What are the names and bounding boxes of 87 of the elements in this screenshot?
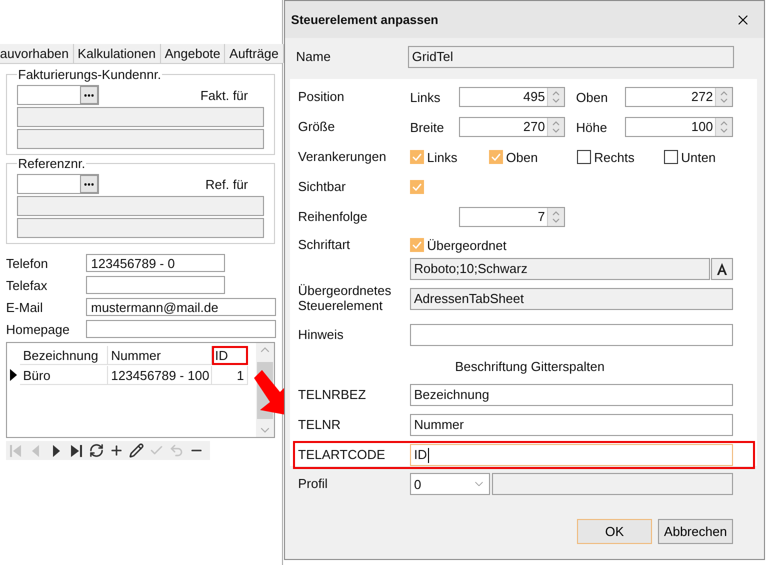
field-label: Homepage — [6, 322, 71, 336]
table-cell: Büro — [20, 366, 108, 384]
column-header[interactable]: Nummer — [108, 346, 212, 364]
ellipsis-icon[interactable] — [84, 94, 94, 96]
field-label: Profil — [298, 476, 329, 492]
text-field[interactable]: mustermann@mail.de — [86, 298, 276, 316]
ellipsis-icon[interactable] — [84, 182, 94, 186]
field-label: Breite — [410, 120, 445, 134]
text-field[interactable]: Roboto;10;Schwarz — [410, 258, 710, 280]
spinner-icon[interactable] — [547, 88, 564, 106]
lookup-field[interactable] — [17, 85, 99, 105]
text-field[interactable] — [17, 196, 264, 216]
checkbox[interactable] — [664, 150, 678, 164]
spinner-icon[interactable] — [715, 118, 732, 136]
scroll-down-icon[interactable] — [261, 428, 269, 433]
column-header[interactable]: Bezeichnung — [20, 346, 108, 364]
field-label: TELNR — [298, 418, 342, 432]
checkbox-label: Rechts — [594, 150, 634, 164]
pencil-icon[interactable] — [128, 443, 144, 458]
text-field[interactable] — [17, 129, 264, 149]
field-label: Links — [410, 90, 442, 104]
browse-button[interactable] — [80, 175, 98, 193]
field-label: Name — [296, 50, 332, 64]
field-label: Verankerungen — [298, 150, 388, 164]
text-field[interactable]: Bezeichnung — [410, 384, 733, 406]
text-field[interactable]: GridTel — [408, 46, 734, 68]
dropdown[interactable]: 0 — [410, 473, 490, 495]
field-label: TELARTCODE — [298, 448, 386, 462]
browse-button[interactable] — [80, 86, 98, 104]
field-label: Ref. für — [205, 176, 248, 192]
number-field[interactable]: 100 — [625, 117, 733, 137]
group-title: Fakturierungs-Kundennr. — [17, 67, 162, 82]
tab[interactable]: Angebote — [160, 44, 226, 63]
spinner-icon[interactable] — [547, 118, 564, 136]
column-header[interactable]: ID — [212, 346, 248, 364]
number-field[interactable]: 7 — [459, 207, 565, 227]
table-cell: 1 — [212, 366, 248, 384]
text-field[interactable]: Nummer — [410, 414, 733, 436]
checkbox-label: Übergeordnet — [427, 238, 506, 252]
field-label: Sichtbar — [298, 180, 347, 194]
field-label: Position — [298, 90, 346, 104]
text-field[interactable]: ID — [410, 444, 733, 466]
number-field[interactable]: 495 — [459, 87, 565, 107]
field-label: Telefax — [6, 278, 48, 292]
field-label: Größe — [298, 120, 336, 134]
field-label: Schriftart — [298, 238, 352, 252]
text-field[interactable] — [17, 107, 264, 127]
section-heading: Beschriftung Gitterspalten — [455, 358, 605, 374]
field-label: Hinweis — [298, 328, 345, 342]
field-label: E-Mail — [6, 300, 44, 314]
text-field[interactable] — [17, 218, 264, 238]
field-label: Oben — [576, 90, 609, 104]
field-label: Reihenfolge — [298, 210, 368, 224]
scroll-up-icon[interactable] — [261, 347, 269, 352]
checkbox[interactable] — [577, 150, 591, 164]
table-cell: 123456789 - 100 — [108, 366, 212, 384]
field-label: Übergeordnetes Steuerelement — [298, 284, 392, 314]
field-label: Fakt. für — [200, 88, 248, 102]
spinner-icon[interactable] — [715, 88, 732, 106]
dialog-button[interactable]: OK — [577, 519, 652, 544]
field-label: Höhe — [576, 120, 608, 134]
tab[interactable]: Kalkulationen — [74, 44, 161, 63]
lookup-field[interactable] — [17, 174, 99, 194]
text-field[interactable] — [86, 276, 225, 294]
text-field[interactable] — [410, 324, 733, 346]
next-record-icon[interactable] — [51, 444, 61, 458]
group-title: Referenznr. — [17, 156, 86, 171]
dialog-title: Steuerelement anpassen — [291, 12, 438, 26]
font-button[interactable] — [711, 258, 733, 280]
text-field[interactable] — [86, 320, 276, 338]
tab[interactable]: auvorhaben — [0, 44, 74, 63]
refresh-icon[interactable] — [88, 443, 104, 458]
text-field[interactable]: AdressenTabSheet — [410, 288, 733, 310]
last-record-icon[interactable] — [69, 444, 83, 458]
checkbox-label: Oben — [506, 150, 538, 164]
field-label: TELNRBEZ — [298, 388, 367, 402]
text-field[interactable] — [492, 473, 733, 495]
spinner-icon[interactable] — [547, 208, 564, 226]
number-field[interactable]: 270 — [459, 117, 565, 137]
letter-a-icon[interactable] — [716, 262, 728, 276]
text-field[interactable]: 123456789 - 0 — [86, 254, 225, 272]
dialog-button[interactable]: Abbrechen — [658, 519, 733, 544]
checkbox-label: Links — [427, 150, 458, 164]
field-label: Telefon — [6, 256, 49, 270]
number-field[interactable]: 272 — [625, 87, 733, 107]
plus-icon[interactable] — [108, 443, 124, 458]
checkbox-label: Unten — [681, 150, 716, 164]
